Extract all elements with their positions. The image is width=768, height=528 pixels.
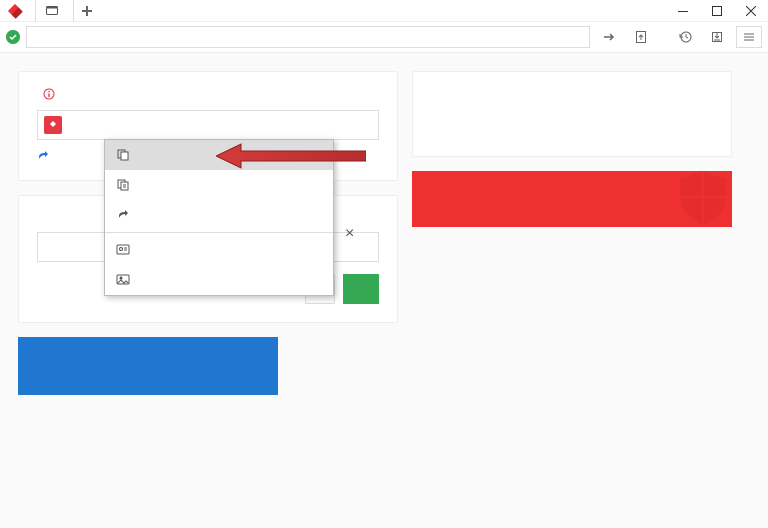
menu-item-copy-address[interactable] [105,140,333,170]
whats-new-card[interactable] [18,337,278,395]
anydesk-logo-icon [6,2,24,20]
anydesk-id-icon [44,116,62,134]
copy-icon [115,147,131,163]
close-button[interactable] [734,0,768,22]
context-menu [104,139,334,296]
install-button[interactable] [704,26,730,48]
copy-text-icon [115,177,131,193]
status-ok-icon [6,30,20,44]
menu-item-recommend[interactable] [105,200,333,230]
menu-item-copy-invite[interactable] [105,170,333,200]
maximize-button[interactable] [700,0,734,22]
whats-new-title [34,351,262,369]
id-card-icon [115,242,131,258]
toolbar [0,22,768,53]
address-input[interactable] [26,26,590,48]
menu-separator [105,232,333,233]
workplace-address-field[interactable] [37,110,379,140]
share-icon [115,207,131,223]
file-transfer-button[interactable] [628,26,654,48]
new-tab-button[interactable] [74,0,100,22]
avatar-icon [115,272,131,288]
hamburger-menu-button[interactable] [736,26,762,48]
status-card [412,71,732,157]
close-icon[interactable]: × [345,225,354,243]
menu-item-alias[interactable] [105,235,333,265]
shield-icon [668,171,732,227]
connect-button[interactable] [343,274,379,304]
title-bar [0,0,768,22]
minimize-button[interactable] [666,0,700,22]
info-icon [43,88,55,100]
menu-item-avatar[interactable] [105,265,333,295]
share-icon [37,150,49,162]
workplace-title [37,88,379,100]
go-button[interactable] [596,26,622,48]
password-card[interactable] [412,171,732,227]
tab-new-connection[interactable] [35,0,74,22]
history-button[interactable] [672,26,698,48]
